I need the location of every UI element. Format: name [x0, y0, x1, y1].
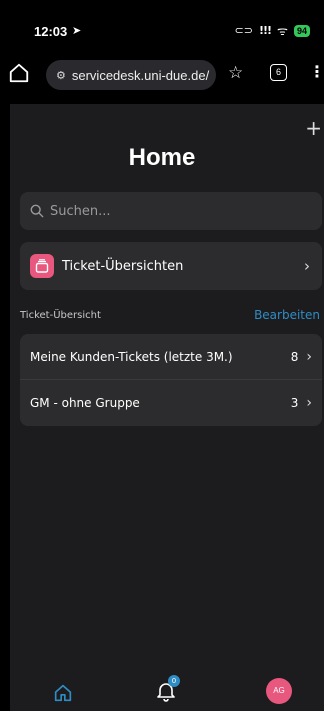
list-item-count: 3: [290, 396, 299, 410]
list-item[interactable]: GM - ohne Gruppe 3 ›: [20, 380, 322, 426]
avatar[interactable]: AG: [266, 678, 292, 704]
location-arrow-icon: ➤: [72, 24, 82, 37]
chevron-right-icon: ›: [306, 395, 312, 411]
status-bar: 12:03 ➤ ⊂⊃ !!! ᯤ 94: [0, 0, 324, 44]
ticket-stack-icon: [30, 254, 54, 278]
app-content: + Home Ticket-Übersichten › Ticket-Übers…: [10, 104, 324, 672]
url-bar[interactable]: ⚙ servicedesk.uni-due.de/: [46, 60, 216, 90]
url-text: servicedesk.uni-due.de/: [71, 67, 210, 83]
ticket-overviews-label: Ticket-Übersichten: [62, 258, 184, 274]
edit-button[interactable]: Bearbeiten: [254, 308, 320, 322]
signal-icon: !!!: [258, 24, 272, 37]
site-settings-icon[interactable]: ⚙: [56, 69, 66, 82]
notification-badge: 0: [168, 675, 180, 687]
chevron-right-icon: ›: [304, 257, 310, 275]
bottom-nav: 0 AG: [10, 672, 324, 711]
bookmark-star-icon[interactable]: ☆: [228, 63, 243, 83]
search-icon: [30, 204, 44, 218]
search-input[interactable]: [50, 203, 300, 219]
link-icon: ⊂⊃: [234, 24, 253, 37]
overview-list: Meine Kunden-Tickets (letzte 3M.) 8 › GM…: [20, 334, 322, 426]
home-icon[interactable]: [52, 682, 74, 704]
list-item-count: 8: [290, 349, 299, 364]
wifi-icon: ᯤ: [277, 24, 288, 38]
tab-switcher-button[interactable]: 6: [270, 64, 287, 81]
status-indicators: ⊂⊃ !!! ᯤ 94: [235, 22, 310, 39]
browser-home-icon[interactable]: [8, 62, 30, 84]
page-title: Home: [128, 144, 196, 171]
chevron-right-icon: ›: [306, 348, 312, 365]
section-title: Ticket-Übersicht: [20, 310, 101, 321]
ticket-overviews-card[interactable]: Ticket-Übersichten ›: [20, 242, 322, 290]
list-item[interactable]: Meine Kunden-Tickets (letzte 3M.) 8 ›: [20, 334, 322, 380]
add-icon[interactable]: +: [305, 116, 322, 140]
status-time: 12:03: [34, 24, 68, 39]
browser-toolbar: ⚙ servicedesk.uni-due.de/ ☆ 6 ⋮: [0, 48, 324, 102]
browser-menu-icon[interactable]: ⋮: [309, 62, 324, 81]
section-header: Ticket-Übersicht Bearbeiten: [20, 308, 322, 326]
search-bar[interactable]: [20, 192, 322, 230]
list-item-label: Meine Kunden-Tickets (letzte 3M.): [30, 349, 233, 364]
list-item-label: GM - ohne Gruppe: [30, 396, 140, 410]
battery-indicator: 94: [293, 24, 310, 37]
